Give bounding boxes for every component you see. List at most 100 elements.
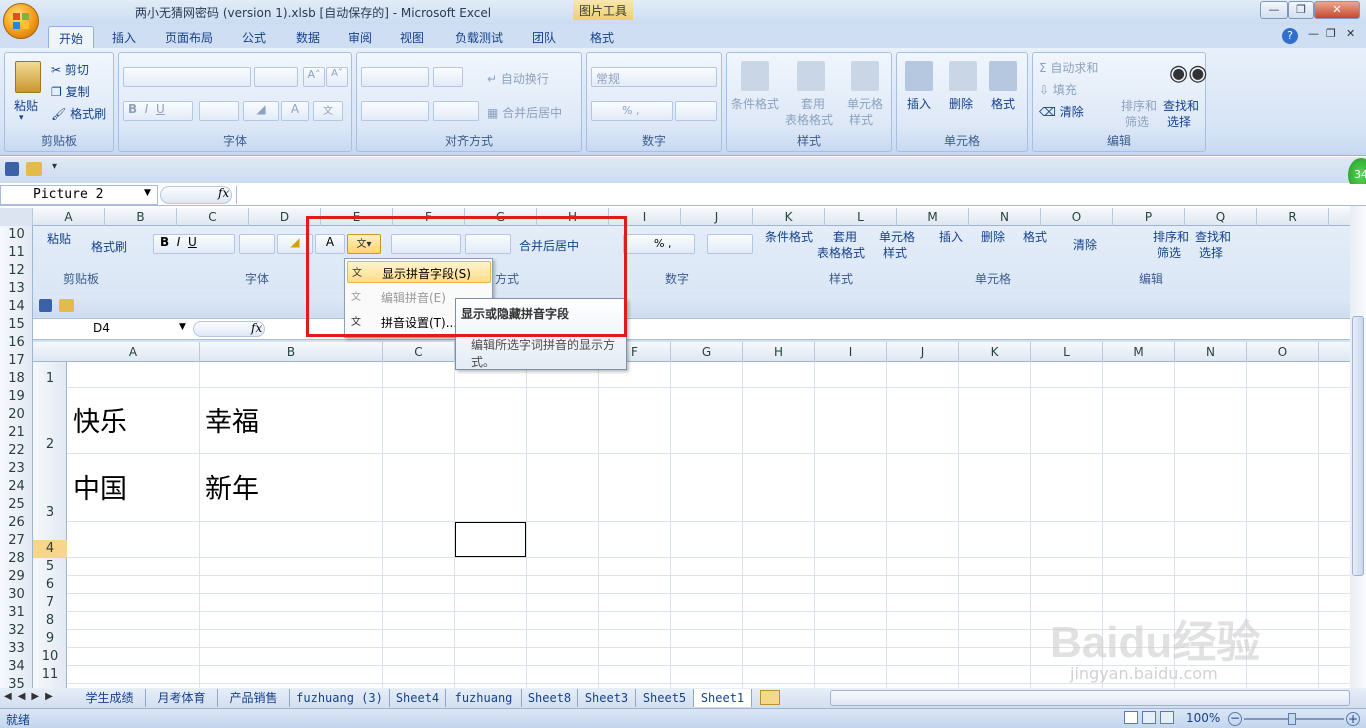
row-header[interactable]: 28 [0,550,33,568]
row-header[interactable]: 13 [0,280,33,298]
tab-home[interactable]: 开始 [48,26,94,48]
inner-borders-icon[interactable] [239,234,275,254]
sheet-tab-4[interactable]: fuzhuang (3) [290,689,390,707]
row-header[interactable]: 16 [0,334,33,352]
column-header[interactable]: B [105,208,177,226]
row-header[interactable]: 24 [0,478,33,496]
phonetic-icon[interactable]: 文 [313,101,343,121]
merge-center-button[interactable]: ▦ 合并后居中 [487,104,562,121]
format-button[interactable]: 格式 [991,95,1015,112]
zoom-in-icon[interactable]: + [1346,712,1360,726]
sheet-tab-5[interactable]: Sheet4 [390,689,446,707]
autosum-button[interactable]: Σ 自动求和 [1039,59,1098,76]
column-header[interactable]: O [1041,208,1113,226]
font-name-dropdown[interactable] [123,67,251,87]
fill-button[interactable]: ⇩ 填充 [1039,81,1077,98]
inner-cond-format[interactable]: 条件格式 [765,228,813,245]
clear-button[interactable]: ⌫ 清除 [1039,103,1084,120]
tab-load-test[interactable]: 负载测试 [446,26,512,48]
sort-filter-button-2[interactable]: 筛选 [1125,113,1149,130]
table-format-button-2[interactable]: 表格格式 [785,111,833,128]
column-header[interactable]: P [1113,208,1185,226]
inner-decimal-buttons[interactable] [707,234,753,254]
tab-data[interactable]: 数据 [286,26,330,48]
conditional-format-button[interactable]: 条件格式 [731,95,779,112]
row-header[interactable]: 30 [0,586,33,604]
inner-format-painter[interactable]: 格式刷 [91,238,127,255]
insert-button[interactable]: 插入 [907,95,931,112]
zoom-slider-thumb[interactable] [1288,713,1296,725]
paste-dropdown-icon[interactable]: ▾ [19,113,24,123]
row-header[interactable]: 21 [0,424,33,442]
row-header[interactable]: 26 [0,514,33,532]
zoom-level[interactable]: 100% [1186,711,1220,725]
row-header[interactable]: 22 [0,442,33,460]
decimal-buttons[interactable] [675,101,717,121]
tab-team[interactable]: 团队 [522,26,566,48]
cell-style-button-1[interactable]: 单元格 [847,95,883,112]
row-header[interactable]: 25 [0,496,33,514]
selected-cell-d4[interactable] [454,521,527,558]
row-header[interactable]: 11 [0,244,33,262]
inner-table-1[interactable]: 套用 [833,228,857,245]
percent-comma-buttons[interactable]: % , [591,101,673,121]
column-header[interactable]: A [33,208,105,226]
number-format-dropdown[interactable]: 常规 [591,67,717,87]
row-header[interactable]: 14 [0,298,33,316]
column-header[interactable]: R [1257,208,1329,226]
inner-table-2[interactable]: 表格格式 [817,244,865,261]
orientation-icon[interactable] [433,67,463,87]
inner-sort-1[interactable]: 排序和 [1153,228,1189,245]
select-all-corner[interactable] [0,208,33,226]
fill-color-icon[interactable]: ◢ [243,101,279,121]
sheet-tab-9[interactable]: Sheet5 [636,689,694,707]
wrap-text-button[interactable]: ↵ 自动换行 [487,70,549,87]
restore-button[interactable]: ❐ [1288,1,1314,19]
inner-paste-button[interactable]: 粘贴 [47,230,71,247]
column-header[interactable]: J [681,208,753,226]
borders-icon[interactable] [199,101,239,121]
row-header[interactable]: 27 [0,532,33,550]
font-size-dropdown[interactable] [254,67,298,87]
ribbon-restore-icon[interactable]: ❐ [1326,27,1336,40]
save-icon[interactable] [5,162,19,176]
office-button[interactable] [3,3,39,39]
inner-bold-italic-underline[interactable]: B I U [153,234,235,254]
help-icon[interactable]: ? [1282,28,1298,44]
fx-icon[interactable]: fx [218,186,229,200]
bold-italic-underline[interactable]: B I U [123,101,193,121]
formula-input[interactable] [236,186,1346,204]
view-buttons[interactable] [1124,711,1174,726]
inner-find-2[interactable]: 选择 [1199,244,1223,261]
sheet-tab-1[interactable]: 学生成绩 [74,689,146,707]
tab-insert[interactable]: 插入 [102,26,146,48]
tab-page-layout[interactable]: 页面布局 [156,26,222,48]
row-header[interactable]: 32 [0,622,33,640]
sheet-tab-6[interactable]: fuzhuang [446,689,522,707]
cut-button[interactable]: ✂ 剪切 [51,61,89,78]
find-select-button-1[interactable]: 查找和 [1163,97,1199,114]
row-header[interactable]: 12 [0,262,33,280]
vertical-align-buttons[interactable] [361,67,429,87]
sheet-tab-7[interactable]: Sheet8 [522,689,578,707]
sheet-tab-3[interactable]: 产品销售 [218,689,290,707]
name-box-dropdown-icon[interactable]: ▼ [144,188,151,198]
sheet-nav-arrows[interactable]: ◀◀▶▶ [4,691,59,702]
column-header[interactable]: N [969,208,1041,226]
tab-review[interactable]: 审阅 [338,26,382,48]
inner-format[interactable]: 格式 [1023,228,1047,245]
column-header[interactable]: M [897,208,969,226]
format-painter-button[interactable]: 🖌 格式刷 [51,105,106,122]
font-color-icon[interactable]: A [281,101,309,121]
row-header[interactable]: 34 [0,658,33,676]
delete-button[interactable]: 删除 [949,95,973,112]
inner-find-1[interactable]: 查找和 [1195,228,1231,245]
paste-button[interactable]: 粘贴 [14,97,38,114]
inner-cell-1[interactable]: 单元格 [879,228,915,245]
ribbon-close-icon[interactable]: ✕ [1346,27,1355,40]
vertical-scrollbar[interactable] [1350,206,1366,688]
row-header[interactable]: 17 [0,352,33,370]
copy-button[interactable]: ❐ 复制 [51,83,90,100]
grow-font-icon[interactable]: A˄ [303,67,325,87]
indent-buttons[interactable] [433,101,479,121]
